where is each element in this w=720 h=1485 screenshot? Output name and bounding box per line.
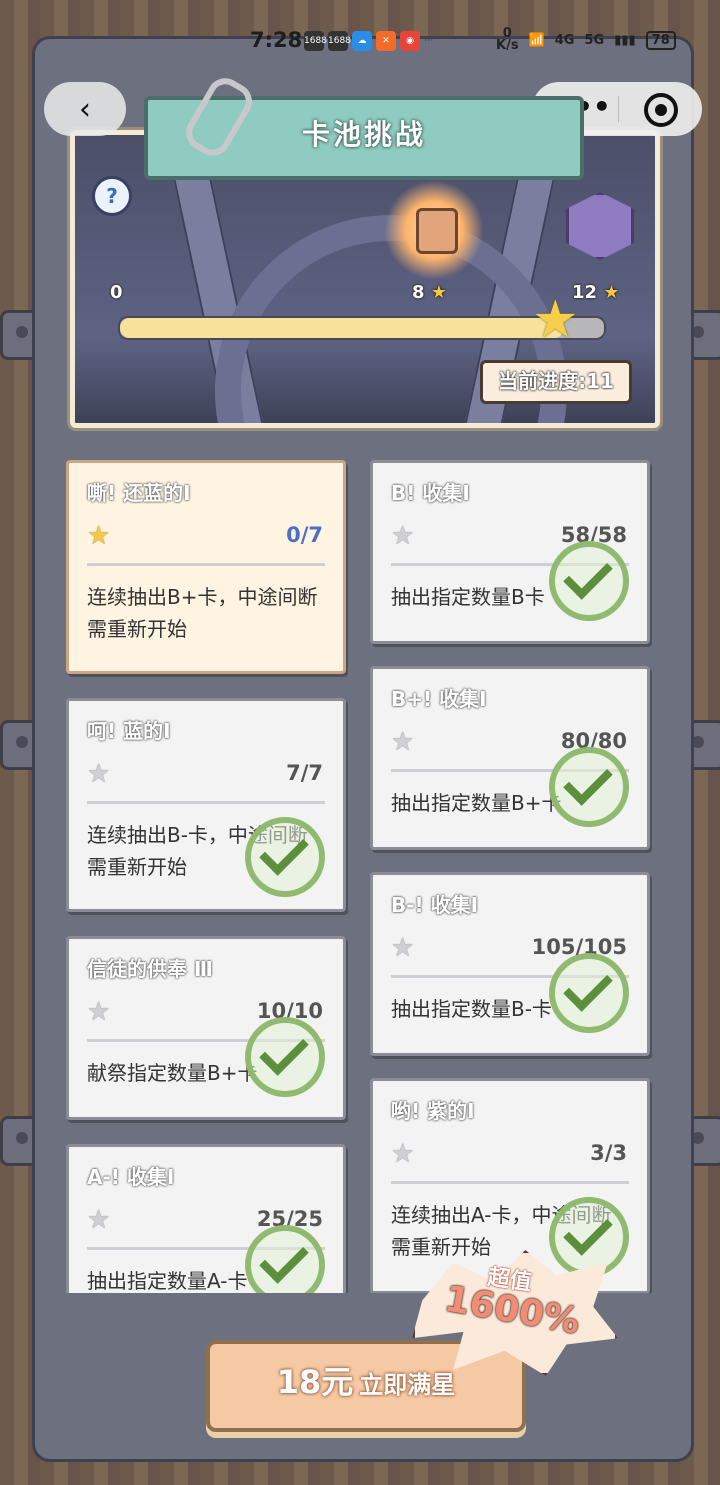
status-bar: 7:28 1688 1688 ☁ ✕ ◉ ··· 0 K/s 📶 4G 5G ▮▮…: [0, 27, 720, 60]
star-icon: ★: [391, 1139, 415, 1169]
progress-star-icon: ★: [532, 290, 579, 350]
progress-mid-label: 8: [412, 282, 425, 303]
weather-app-icon: ☁: [352, 31, 372, 51]
task-divider: [87, 563, 325, 566]
star-icon: ★: [430, 282, 447, 303]
completed-check-icon: [549, 953, 629, 1033]
task-card[interactable]: 信徒的供奉 Ⅲ ★ 10/10 献祭指定数量B+卡: [66, 936, 346, 1120]
task-title: 呵! 蓝的Ⅰ: [87, 719, 171, 743]
progress-fill: [120, 318, 564, 338]
app-1688-icon: 1688: [304, 31, 327, 51]
task-divider: [87, 801, 325, 804]
task-divider: [391, 1181, 629, 1184]
task-title: B+! 收集Ⅰ: [391, 687, 487, 711]
completed-check-icon: [245, 1017, 325, 1097]
completed-check-icon: [549, 541, 629, 621]
app-1688-icon: 1688: [328, 31, 351, 51]
red-app-icon: ◉: [400, 31, 420, 51]
star-icon: ★: [391, 933, 415, 963]
price-label: 18元: [276, 1363, 354, 1401]
progress-mid-milestone: 8 ★: [412, 282, 447, 303]
status-time: 7:28: [250, 28, 303, 52]
task-title: 哟! 紫的Ⅰ: [391, 1099, 475, 1123]
completed-check-icon: [549, 747, 629, 827]
back-button[interactable]: ‹: [44, 82, 126, 136]
task-progress: 3/3: [590, 1141, 627, 1165]
orange-app-icon: ✕: [376, 31, 396, 51]
help-icon[interactable]: ?: [92, 176, 132, 216]
task-card[interactable]: B+! 收集Ⅰ ★ 80/80 抽出指定数量B+卡: [370, 666, 650, 850]
reward-chest-icon[interactable]: [384, 180, 484, 280]
star-icon: ★: [603, 282, 620, 303]
task-card[interactable]: 哟! 紫的Ⅰ ★ 3/3 连续抽出A-卡，中途间断需重新开始: [370, 1078, 650, 1293]
star-icon: ★: [87, 759, 111, 789]
task-title: B! 收集Ⅰ: [391, 481, 470, 505]
network-4g-label: 4G: [554, 32, 575, 48]
buy-action-label: 立即满星: [359, 1371, 456, 1399]
task-progress: 0/7: [286, 523, 323, 547]
star-icon: ★: [87, 997, 111, 1027]
task-progress: 7/7: [286, 761, 323, 785]
star-icon: ★: [87, 1205, 111, 1235]
task-title: 信徒的供奉 Ⅲ: [87, 957, 213, 981]
capsule-divider: [618, 96, 619, 122]
task-list[interactable]: 嘶! 还蓝的Ⅰ ★ 0/7 连续抽出B+卡，中途间断需重新开始呵! 蓝的Ⅰ ★ 7/7 连续…: [64, 455, 664, 1293]
status-overflow: ···: [424, 36, 433, 46]
task-card[interactable]: 嘶! 还蓝的Ⅰ ★ 0/7 连续抽出B+卡，中途间断需重新开始: [66, 460, 346, 674]
task-card[interactable]: B-! 收集Ⅰ ★ 105/105 抽出指定数量B-卡: [370, 872, 650, 1056]
battery-icon: 78: [645, 30, 676, 50]
task-title: B-! 收集Ⅰ: [391, 893, 479, 917]
wifi-icon: 📶: [528, 32, 545, 48]
task-title: A-! 收集Ⅰ: [87, 1165, 175, 1189]
star-icon: ★: [391, 727, 415, 757]
current-progress-label: 当前进度:11: [480, 360, 632, 404]
network-5g-label: 5G: [584, 32, 605, 48]
task-card[interactable]: 呵! 蓝的Ⅰ ★ 7/7 连续抽出B-卡，中途间断需重新开始: [66, 698, 346, 912]
net-speed: 0 K/s: [496, 27, 519, 53]
net-speed-unit: K/s: [496, 38, 519, 53]
task-card[interactable]: B! 收集Ⅰ ★ 58/58 抽出指定数量B卡: [370, 460, 650, 644]
status-app-icons: 1688 1688 ☁ ✕ ◉ ···: [304, 31, 433, 51]
completed-check-icon: [245, 817, 325, 897]
star-icon: ★: [87, 521, 111, 551]
completed-check-icon: [245, 1225, 325, 1293]
signal-bars-icon: ▮▮▮: [614, 32, 636, 48]
task-card[interactable]: A-! 收集Ⅰ ★ 25/25 抽出指定数量A-卡: [66, 1144, 346, 1293]
status-right: 0 K/s 📶 4G 5G ▮▮▮ 78: [496, 27, 676, 53]
progress-start-label: 0: [110, 282, 123, 303]
close-miniprogram-icon[interactable]: [644, 93, 678, 127]
task-description: 连续抽出B+卡，中途间断需重新开始: [87, 585, 318, 641]
completed-check-icon: [549, 1197, 629, 1277]
chevron-left-icon: ‹: [79, 91, 91, 127]
progress-end-milestone: 12 ★: [572, 282, 619, 303]
task-title: 嘶! 还蓝的Ⅰ: [87, 481, 191, 505]
star-icon: ★: [391, 521, 415, 551]
